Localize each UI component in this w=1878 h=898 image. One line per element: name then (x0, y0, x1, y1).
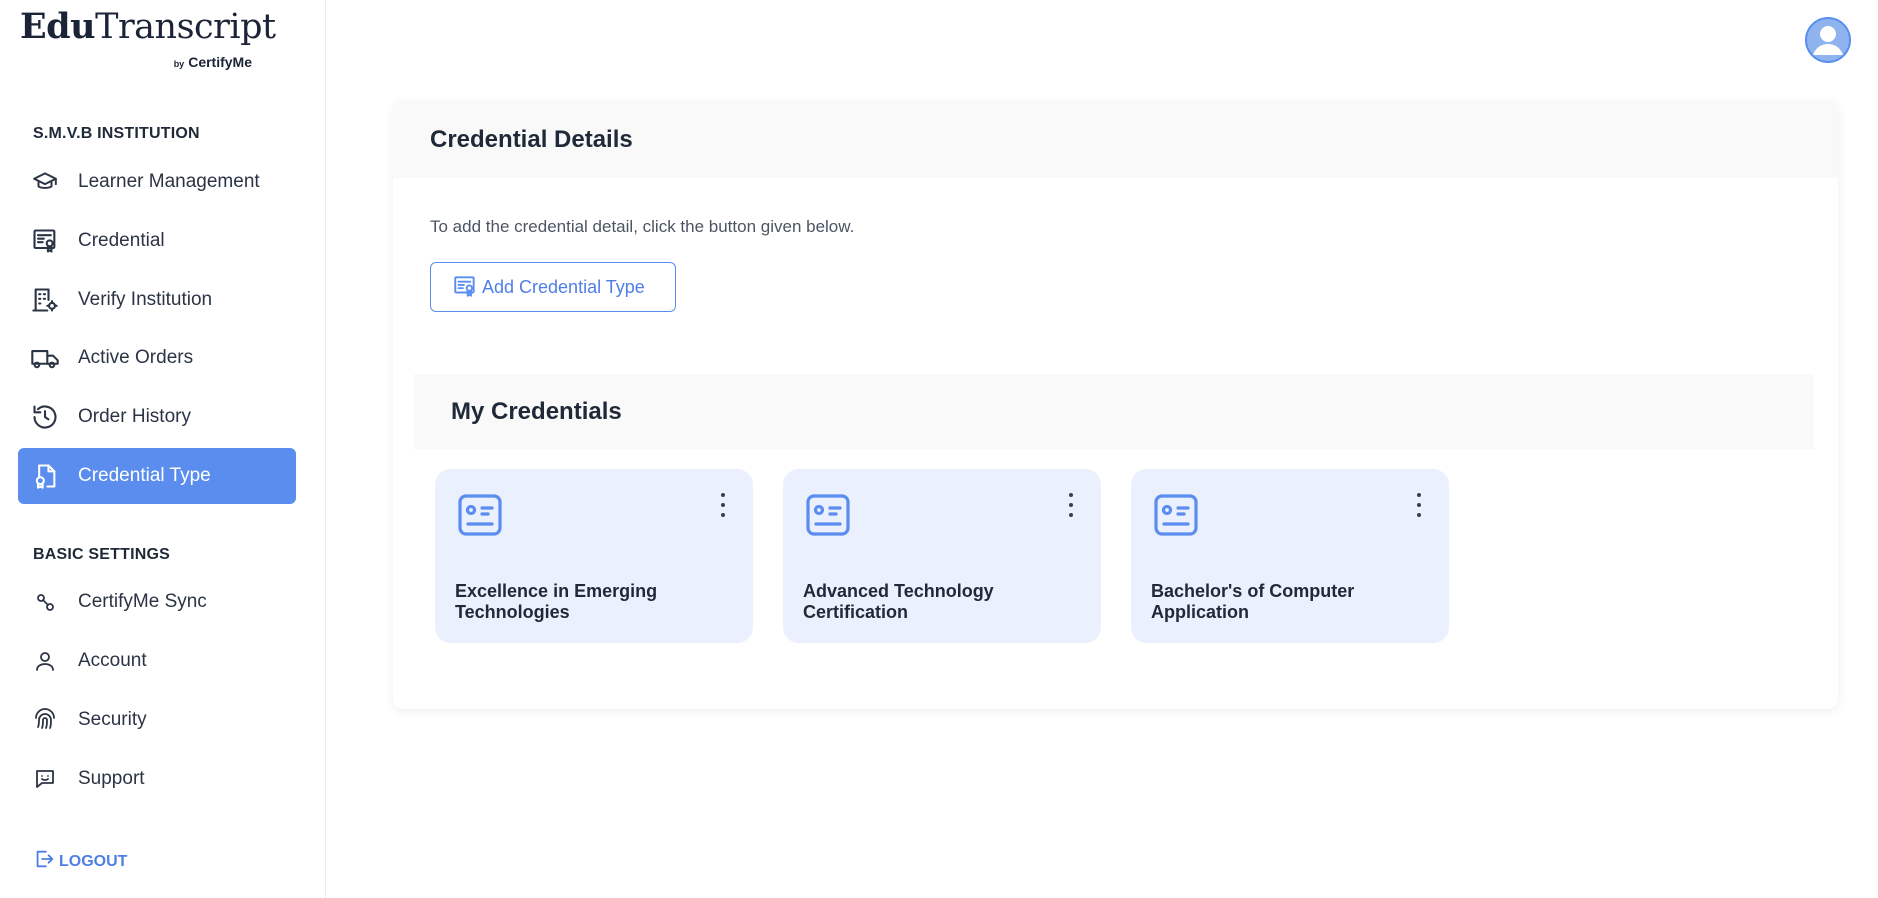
user-avatar-icon[interactable] (1805, 17, 1851, 63)
more-options-icon[interactable] (1413, 493, 1425, 517)
sidebar-item-label: Account (78, 650, 147, 671)
sidebar-item-verify-institution[interactable]: Verify Institution (18, 272, 296, 328)
chat-smile-icon (30, 764, 60, 794)
my-credentials-header: My Credentials (414, 374, 1814, 449)
basic-settings-section-title: BASIC SETTINGS (33, 546, 171, 563)
sidebar-item-active-orders[interactable]: Active Orders (18, 330, 296, 386)
brand-logo[interactable]: EduTranscript by CertifyMe (20, 6, 276, 76)
sidebar-item-label: Order History (78, 406, 191, 427)
sidebar-item-credential[interactable]: Credential (18, 213, 296, 269)
logo-wordmark: EduTranscript (20, 6, 276, 47)
sidebar-item-label: Verify Institution (78, 289, 213, 310)
credential-name: Excellence in Emerging Technologies (455, 581, 658, 622)
add-credential-type-button[interactable]: Add Credential Type (430, 262, 676, 312)
sidebar-item-support[interactable]: Support (18, 751, 296, 807)
card-description: To add the credential detail, click the … (430, 217, 855, 236)
logo-by-text: by (173, 59, 185, 69)
credential-card[interactable]: Excellence in Emerging Technologies (435, 469, 753, 643)
id-card-icon (457, 493, 503, 537)
sidebar-item-order-history[interactable]: Order History (18, 389, 296, 445)
sidebar-item-label: Security (78, 709, 147, 730)
certificate-icon (30, 226, 60, 256)
sidebar-item-label: Credential Type (78, 465, 211, 486)
add-credential-type-label: Add Credential Type (482, 276, 645, 297)
certificate-icon (452, 273, 478, 302)
logout-icon (33, 848, 55, 875)
logo-rest-text: Transcript (95, 7, 276, 47)
sidebar-item-label: Credential (78, 230, 165, 251)
logout-button[interactable]: LOGOUT (33, 848, 127, 875)
credential-card[interactable]: Bachelor's of Computer Application (1131, 469, 1449, 643)
credential-name: Bachelor's of Computer Application (1151, 581, 1355, 622)
credential-card[interactable]: Advanced Technology Certification (783, 469, 1101, 643)
fingerprint-icon (30, 705, 60, 735)
section-title: My Credentials (451, 397, 622, 425)
sidebar-item-account[interactable]: Account (18, 633, 296, 689)
delivery-truck-icon (30, 343, 60, 373)
id-card-icon (1153, 493, 1199, 537)
credential-details-card: Credential Details To add the credential… (393, 101, 1838, 709)
more-options-icon[interactable] (1065, 493, 1077, 517)
sidebar-item-label: Support (78, 768, 145, 789)
logo-sub-text: CertifyMe (188, 54, 252, 70)
building-gear-icon (30, 285, 60, 315)
sidebar-item-learner-management[interactable]: Learner Management (18, 154, 296, 210)
sidebar-item-label: CertifyMe Sync (78, 591, 207, 612)
user-icon (30, 646, 60, 676)
sidebar-item-label: Active Orders (78, 347, 194, 368)
institution-section-title: S.M.V.B INSTITUTION (33, 125, 200, 142)
sidebar-item-credential-type[interactable]: Credential Type (18, 448, 296, 504)
sidebar-item-label: Learner Management (78, 171, 260, 192)
id-card-icon (805, 493, 851, 537)
app-root: EduTranscript by CertifyMe S.M.V.B INSTIT… (0, 0, 1878, 898)
logo-subtitle: by CertifyMe (174, 54, 252, 70)
sidebar-item-certifyme-sync[interactable]: CertifyMe Sync (18, 574, 296, 630)
more-options-icon[interactable] (717, 493, 729, 517)
graduation-cap-icon (30, 167, 60, 197)
credential-name: Advanced Technology Certification (803, 581, 994, 622)
sync-icon (30, 587, 60, 617)
file-badge-icon (30, 461, 60, 491)
sidebar-item-security[interactable]: Security (18, 692, 296, 748)
page-title: Credential Details (430, 125, 633, 153)
card-header: Credential Details (393, 101, 1838, 178)
sidebar: EduTranscript by CertifyMe S.M.V.B INSTIT… (0, 0, 326, 898)
logo-bold-text: Edu (20, 6, 96, 47)
logout-label: LOGOUT (59, 852, 128, 870)
history-icon (30, 402, 60, 432)
